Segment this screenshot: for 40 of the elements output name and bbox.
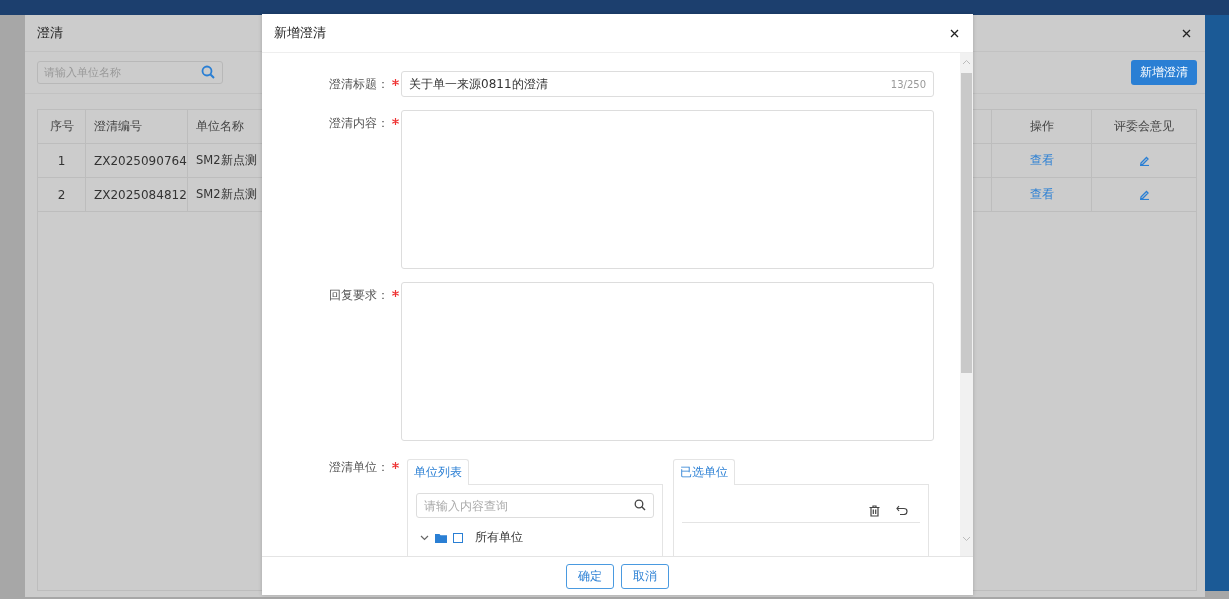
search-icon <box>201 65 215 79</box>
dialog-title: 新增澄清 <box>274 24 326 42</box>
column-header: 评委会意见 <box>1113 118 1175 135</box>
trash-icon[interactable] <box>869 505 880 517</box>
field-label: 澄清标题： <box>329 76 389 93</box>
unit-list-tab[interactable]: 单位列表 <box>407 459 469 485</box>
column-header: 单位名称 <box>195 118 245 135</box>
table-cell-text: SM2新点测 <box>195 152 258 169</box>
selected-units-tab[interactable]: 已选单位 <box>673 459 735 485</box>
tree-item[interactable]: 所有单位 <box>475 529 523 546</box>
column-header: 操作 <box>992 110 1092 143</box>
scroll-down-icon[interactable] <box>962 536 971 542</box>
table-cell: ZX2025084812 <box>86 178 188 211</box>
dialog-title: 澄清 <box>37 24 63 42</box>
search-icon <box>634 499 646 511</box>
dialog-button[interactable]: 确定 <box>566 563 614 589</box>
edit-icon[interactable] <box>1138 155 1150 166</box>
field-label: 澄清单位： <box>329 459 389 476</box>
table-cell: 1 <box>38 144 86 177</box>
checkbox[interactable] <box>453 532 463 543</box>
scroll-up-icon[interactable] <box>962 59 971 65</box>
dialog-button[interactable]: 取消 <box>621 563 669 589</box>
column-header: 澄清编号 <box>86 110 188 143</box>
folder-icon <box>435 532 447 543</box>
table-cell-text: SM2新点测 <box>195 186 258 203</box>
view-link[interactable]: 查看 <box>1029 152 1054 169</box>
scrollbar[interactable] <box>960 53 973 556</box>
add-clarification-button[interactable]: 新增澄清 <box>1131 60 1197 85</box>
undo-icon[interactable] <box>896 505 908 515</box>
field-label: 回复要求： <box>329 287 389 304</box>
edit-icon[interactable] <box>1138 189 1150 200</box>
table-cell: 2 <box>38 178 86 211</box>
table-cell: ZX2025090764 <box>86 144 188 177</box>
view-link[interactable]: 查看 <box>1029 186 1054 203</box>
column-header: 序号 <box>38 110 86 143</box>
search-field[interactable]: 请输入内容查询 <box>416 493 654 518</box>
field-label: 澄清内容： <box>329 115 389 132</box>
character-counter: 13/250 <box>890 78 926 90</box>
caret-icon[interactable] <box>420 533 429 542</box>
title-input[interactable]: 关于单一来源0811的澄清 13/250 <box>401 71 934 97</box>
